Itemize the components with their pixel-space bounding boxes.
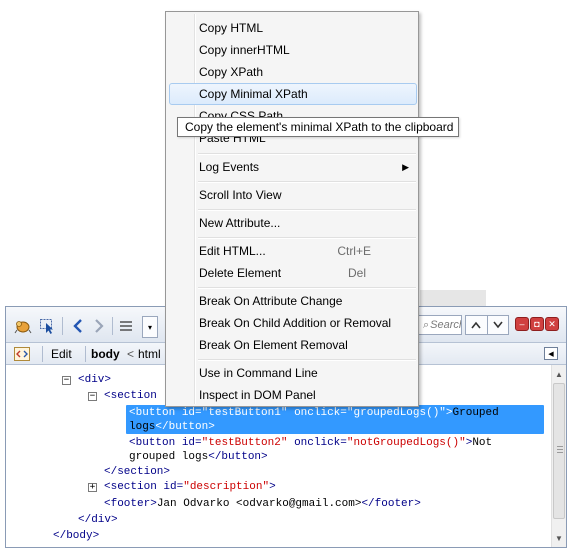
firebug-bug-icon[interactable]: [13, 316, 33, 336]
scroll-up-icon[interactable]: ▲: [552, 367, 566, 381]
menu-item-break-attribute-change[interactable]: Break On Attribute Change: [169, 290, 417, 312]
breadcrumb-html[interactable]: html: [138, 347, 161, 361]
toolbar-divider: [112, 317, 113, 335]
menu-separator: [198, 153, 416, 155]
menu-separator: [198, 359, 416, 361]
menu-separator: [198, 237, 416, 239]
list-icon[interactable]: [116, 316, 136, 336]
close-icon[interactable]: ✕: [545, 317, 559, 331]
menu-item-copy-minimal-xpath[interactable]: Copy Minimal XPath: [169, 83, 417, 105]
menu-item-break-child-change[interactable]: Break On Child Addition or Removal: [169, 312, 417, 334]
menu-item-use-in-command-line[interactable]: Use in Command Line: [169, 362, 417, 384]
inspect-icon[interactable]: [38, 316, 58, 336]
menu-item-copy-html[interactable]: Copy HTML: [169, 17, 417, 39]
menu-item-new-attribute[interactable]: New Attribute...: [169, 212, 417, 234]
tree-node-button2-cont: grouped logs</button>: [129, 451, 268, 463]
tree-node-button1: <button id="testButton1" onclick="groupe…: [129, 407, 499, 419]
tree-node-section[interactable]: <section: [104, 389, 157, 403]
context-menu: Copy HTML Copy innerHTML Copy XPath Copy…: [165, 11, 419, 407]
tree-node-button2[interactable]: <button id="testButton2" onclick="notGro…: [129, 436, 492, 450]
edit-button[interactable]: Edit: [51, 347, 72, 361]
toolbar-divider: [62, 317, 63, 335]
tree-node-section-description[interactable]: <section id="description">: [104, 480, 276, 494]
submenu-arrow-icon: ▶: [402, 162, 409, 172]
screen: ▾ ⌕Search – ◘ ✕ Edit body < html ◀ − <di…: [0, 0, 571, 551]
breadcrumb-divider: [85, 346, 86, 362]
side-panel-toggle-icon[interactable]: ◀: [544, 347, 558, 360]
menu-separator: [198, 287, 416, 289]
scrollbar-thumb[interactable]: [553, 383, 565, 519]
menu-item-delete-element[interactable]: Delete Element Del: [169, 262, 417, 284]
breadcrumb-body[interactable]: body: [91, 347, 120, 361]
menu-item-break-element-removal[interactable]: Break On Element Removal: [169, 334, 417, 356]
tree-node-button1-cont: logs</button>: [129, 421, 215, 433]
scroll-down-icon[interactable]: ▼: [552, 531, 566, 545]
html-panel-icon[interactable]: [14, 346, 30, 362]
search-nav-buttons: [465, 315, 509, 335]
menu-item-log-events[interactable]: Log Events ▶: [169, 156, 417, 178]
chevron-down-icon[interactable]: [488, 316, 509, 334]
menu-separator: [198, 181, 416, 183]
menu-item-copy-innerhtml[interactable]: Copy innerHTML: [169, 39, 417, 61]
chevron-up-icon[interactable]: [466, 316, 488, 334]
breadcrumb-separator: <: [127, 347, 135, 361]
tooltip: Copy the element's minimal XPath to the …: [177, 117, 459, 137]
detach-icon[interactable]: ◘: [530, 317, 544, 331]
tree-node-section-close: </section>: [104, 466, 171, 478]
collapse-toggle[interactable]: −: [88, 392, 97, 401]
search-icon: ⌕: [423, 319, 430, 331]
tree-node-div[interactable]: <div>: [78, 373, 111, 387]
tree-node-div-close: </div>: [78, 514, 118, 526]
shortcut-label: Del: [347, 266, 366, 280]
menu-item-inspect-in-dom[interactable]: Inspect in DOM Panel: [169, 384, 417, 406]
back-icon[interactable]: [68, 316, 88, 336]
collapse-toggle[interactable]: −: [62, 376, 71, 385]
search-input[interactable]: ⌕Search: [418, 315, 462, 335]
menu-item-copy-xpath[interactable]: Copy XPath: [169, 61, 417, 83]
menu-separator: [198, 209, 416, 211]
search-placeholder: Search: [430, 319, 462, 331]
chevron-down-icon[interactable]: ▾: [142, 316, 158, 338]
breadcrumb-divider: [42, 346, 43, 362]
minimize-icon[interactable]: –: [515, 317, 529, 331]
shortcut-label: Ctrl+E: [337, 244, 371, 258]
menu-item-edit-html[interactable]: Edit HTML... Ctrl+E: [169, 240, 417, 262]
forward-icon[interactable]: [89, 316, 109, 336]
selected-node[interactable]: <button id="testButton1" onclick="groupe…: [126, 405, 544, 434]
tree-node-body-close: </body>: [53, 530, 100, 542]
tree-node-footer[interactable]: <footer>Jan Odvarko <odvarko@gmail.com><…: [104, 497, 421, 511]
menu-item-scroll-into-view[interactable]: Scroll Into View: [169, 184, 417, 206]
vertical-scrollbar[interactable]: ▲ ▼: [551, 365, 566, 547]
expand-toggle[interactable]: +: [88, 483, 97, 492]
